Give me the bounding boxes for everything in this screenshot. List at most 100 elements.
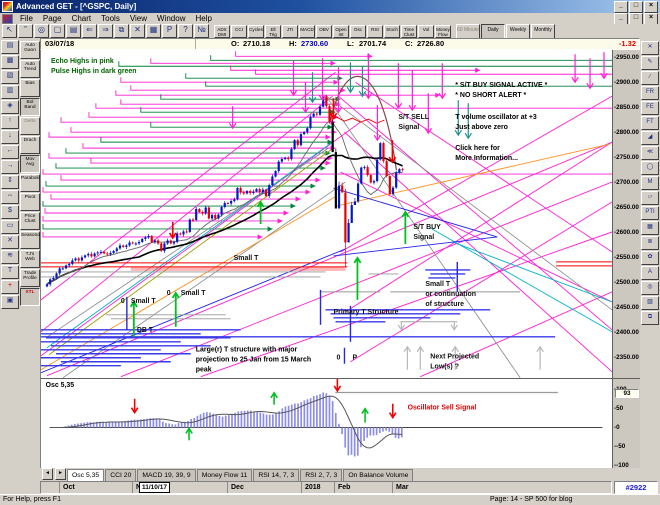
tab-osc-5-35[interactable]: Osc 5,35 — [67, 469, 104, 481]
tab-money-flow-11[interactable]: Money Flow 11 — [197, 469, 253, 481]
study-button-adx-dmi[interactable]: ADX DMI — [214, 25, 230, 38]
study-button-obv[interactable]: OBV — [316, 25, 332, 38]
study-bias[interactable]: Bias — [20, 79, 40, 97]
menu-file[interactable]: File — [15, 14, 38, 23]
child-restore-button[interactable]: □ — [629, 13, 643, 25]
study-delta[interactable]: Delta — [20, 117, 40, 135]
study-button-jti[interactable]: JTI — [282, 25, 298, 38]
regression-channel-icon[interactable]: ▱ — [641, 191, 659, 205]
print-icon[interactable]: P — [162, 24, 177, 38]
delete-lines-icon[interactable]: ✕ — [1, 235, 19, 249]
tab-rsi-2-7-3[interactable]: RSI 2, 7, 3 — [300, 469, 342, 481]
paint-icon[interactable]: ▨ — [641, 296, 659, 310]
menu-page[interactable]: Page — [38, 14, 67, 23]
close-drawing-icon[interactable]: ✕ — [641, 41, 659, 55]
child-minimize-button[interactable]: _ — [614, 13, 628, 25]
study-button-vol[interactable]: Vol — [418, 25, 434, 38]
study-button-money-flow[interactable]: Money Flow — [435, 25, 451, 38]
copy-chart-icon[interactable]: ⧉ — [641, 311, 659, 325]
study-parabolic[interactable]: Parabolic — [20, 174, 40, 192]
menu-window[interactable]: Window — [152, 14, 190, 23]
scroll-left-icon[interactable]: ← — [1, 145, 19, 159]
tab-on-balance-volume[interactable]: On Balance Volume — [343, 469, 413, 481]
tab-macd-19-39-9[interactable]: MACD 19, 39, 9 — [137, 469, 195, 481]
study-list-icon[interactable]: ▥ — [1, 85, 19, 99]
period-button-60-minute[interactable]: 60 Minute — [456, 24, 480, 39]
pencil-icon[interactable]: ✎ — [641, 56, 659, 70]
minimize-button[interactable]: _ — [614, 1, 628, 13]
refresh-icon[interactable]: ✿ — [641, 251, 659, 265]
menu-view[interactable]: View — [125, 14, 152, 23]
oscillator-chart[interactable]: Osc 5,35Oscillator Sell Signal — [41, 379, 612, 468]
study-auto-gann[interactable]: Auto Gann — [20, 41, 40, 59]
oscillator-axis[interactable]: -10093-50-0--50--100 — [612, 378, 640, 468]
study-auto-trend[interactable]: Auto Trend — [20, 60, 40, 78]
fib-time-icon[interactable]: FT — [641, 116, 659, 130]
quick-select-icon[interactable]: ▧ — [1, 70, 19, 84]
zoom-horizontal-icon[interactable]: ⇔ — [1, 190, 19, 204]
zoom-vertical-icon[interactable]: ⇕ — [1, 175, 19, 189]
pointer-icon[interactable]: ↖ — [2, 24, 17, 38]
chart-style-icon[interactable]: ▩ — [1, 55, 19, 69]
study-bol-band[interactable]: Bol Band — [20, 98, 40, 116]
scroll-down-icon[interactable]: ↓ — [1, 130, 19, 144]
copy-page-icon[interactable]: ⧉ — [114, 24, 129, 38]
tab-scroll-left[interactable]: ◄ — [42, 468, 53, 480]
open-page-icon[interactable]: ▤ — [66, 24, 81, 38]
eraser-icon[interactable]: ▣ — [1, 295, 19, 309]
ellipse-tool-icon[interactable]: ◯ — [641, 161, 659, 175]
scroll-up-icon[interactable]: ↑ — [1, 115, 19, 129]
new-page-icon[interactable]: ▢ — [50, 24, 65, 38]
price-chart[interactable]: Echo Highs in pinkPulse Highs in dark gr… — [41, 50, 612, 378]
trend-line-icon[interactable]: ∕ — [641, 71, 659, 85]
study-drach[interactable]: Drach — [20, 136, 40, 154]
study-button-open-int[interactable]: Open Int — [333, 25, 349, 38]
help-icon[interactable]: ? — [178, 24, 193, 38]
gann-tool-icon[interactable]: ◈ — [1, 100, 19, 114]
study-button-osc[interactable]: Osc — [350, 25, 366, 38]
pti-icon[interactable]: PTI — [641, 206, 659, 220]
prev-page-icon[interactable]: ⇐ — [82, 24, 97, 38]
time-ratio-icon[interactable]: T — [1, 265, 19, 279]
next-page-icon[interactable]: ⇒ — [98, 24, 113, 38]
menu-chart[interactable]: Chart — [67, 14, 97, 23]
menu-tools[interactable]: Tools — [96, 14, 125, 23]
study-xtl[interactable]: XTL — [20, 288, 40, 306]
study-button-stoch[interactable]: Stoch — [384, 25, 400, 38]
study-price-clust[interactable]: Price Clust — [20, 212, 40, 230]
period-button-monthly[interactable]: Monthly — [531, 24, 555, 39]
text-tool-icon[interactable]: A — [641, 266, 659, 280]
study-button-time-clust[interactable]: Time Clust — [401, 25, 417, 38]
maximize-button[interactable]: □ — [629, 1, 643, 13]
tile-pages-icon[interactable]: ▦ — [146, 24, 161, 38]
rainbow-lines-icon[interactable]: ≣ — [641, 236, 659, 250]
tab-scroll-right[interactable]: ► — [55, 468, 66, 480]
fib-extension-icon[interactable]: FE — [641, 101, 659, 115]
study-button-rsi[interactable]: RSI — [367, 25, 383, 38]
title-bar[interactable]: Advanced GET - [^GSPC, Daily] _ □ × — [0, 0, 660, 13]
grid-icon[interactable]: ▦ — [641, 221, 659, 235]
price-axis[interactable]: -2950.00-2900.00-2850.00-2800.00-2750.00… — [612, 50, 640, 378]
study-mov-avg[interactable]: Mov Avg — [20, 155, 40, 173]
study-button-macd[interactable]: MACD — [299, 25, 315, 38]
study-pivot[interactable]: Pivot — [20, 193, 40, 211]
period-button-daily[interactable]: Daily — [481, 24, 505, 39]
zoom-icon[interactable]: ◎ — [34, 24, 49, 38]
gann-fan-icon[interactable]: ◢ — [641, 131, 659, 145]
mob-icon[interactable]: M — [641, 176, 659, 190]
close-button[interactable]: × — [644, 1, 658, 13]
scroll-right-icon[interactable]: → — [1, 160, 19, 174]
child-window-icon[interactable] — [2, 14, 13, 24]
crosshair-icon[interactable]: + — [1, 280, 19, 294]
quote-icon[interactable]: ” — [18, 24, 33, 38]
magnifier-icon[interactable]: ◎ — [641, 281, 659, 295]
study-tj-s-web[interactable]: TJ's Web — [20, 250, 40, 268]
tab-cci-20[interactable]: CCI 20 — [105, 469, 136, 481]
date-cursor-box[interactable]: 11/10/17 — [139, 482, 170, 493]
price-scale-icon[interactable]: $ — [1, 205, 19, 219]
elliott-arrows-icon[interactable]: ≪ — [641, 146, 659, 160]
menu-help[interactable]: Help — [190, 14, 216, 23]
fib-retracement-icon[interactable]: FR — [641, 86, 659, 100]
elliott-waves-icon[interactable]: ≋ — [1, 250, 19, 264]
box-tool-icon[interactable]: ▭ — [1, 220, 19, 234]
